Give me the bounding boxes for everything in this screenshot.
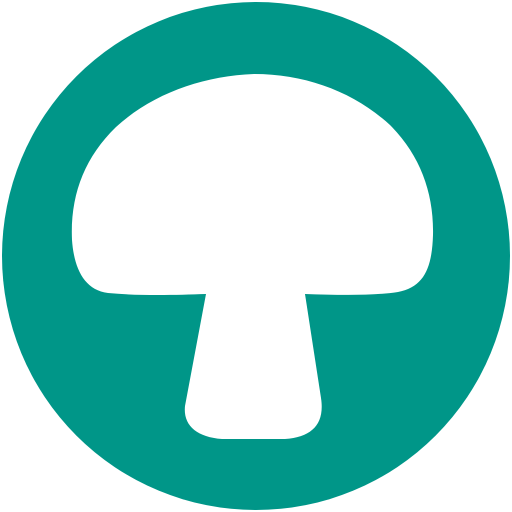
mushroom-stem	[184, 294, 322, 439]
app-icon	[0, 0, 512, 512]
mushroom-icon	[2, 2, 510, 510]
